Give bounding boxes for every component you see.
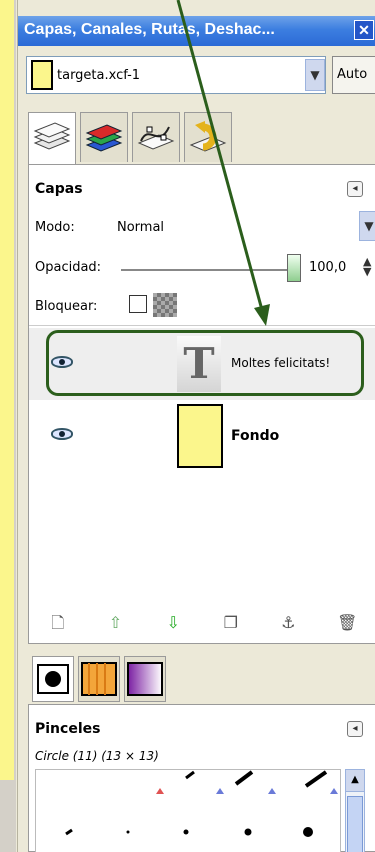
chevron-left-icon[interactable]: ◂ <box>347 181 363 197</box>
chevron-down-icon[interactable]: ▼ <box>359 211 375 241</box>
layers-list: T Moltes felicitats! Fondo <box>29 325 375 601</box>
image-select[interactable]: targeta.xcf-1 ▼ <box>26 56 326 94</box>
chevron-up-icon[interactable]: ▲ <box>346 770 364 792</box>
layer-thumbnail <box>177 404 223 468</box>
mode-label: Modo: <box>35 220 75 235</box>
pattern-icon <box>81 662 117 696</box>
paths-icon <box>137 126 175 150</box>
layers-dialog: Capas ◂ Modo: Normal ▼ Opacidad: 100,0 ▲… <box>28 164 375 644</box>
brush-scrollbar[interactable]: ▲ <box>345 769 365 852</box>
raise-layer-icon[interactable]: ⇧ <box>106 613 124 633</box>
dock-tabs-2 <box>28 656 375 704</box>
layers-title: Capas <box>35 181 83 197</box>
brushes-dialog: Pinceles ◂ Circle (11) (13 × 13) ▲ <box>28 704 375 852</box>
gradient-icon <box>127 662 163 696</box>
lock-label: Bloquear: <box>35 299 98 314</box>
image-selector-row: targeta.xcf-1 ▼ Auto <box>26 56 375 94</box>
auto-button[interactable]: Auto <box>332 56 375 94</box>
window-titlebar: Capas, Canales, Rutas, Deshac... ✕ <box>18 16 375 46</box>
anchor-layer-icon[interactable]: ⚓ <box>279 613 297 633</box>
brush-icon <box>37 664 69 694</box>
opacity-value[interactable]: 100,0 <box>309 260 346 275</box>
tab-brushes[interactable] <box>32 656 74 702</box>
layer-row-text[interactable]: T Moltes felicitats! <box>29 328 375 400</box>
delete-layer-icon[interactable]: 🗑 <box>337 613 357 633</box>
current-brush: Circle (11) (13 × 13) <box>35 749 159 763</box>
eye-icon[interactable] <box>51 428 73 440</box>
chevron-down-icon[interactable]: ▼ <box>305 59 325 91</box>
duplicate-layer-icon[interactable]: ❐ <box>222 613 240 633</box>
tab-gradients[interactable] <box>124 656 166 702</box>
text-layer-icon: T <box>177 336 221 392</box>
image-name: targeta.xcf-1 <box>57 67 141 83</box>
dock-tabs <box>28 112 375 164</box>
tab-channels[interactable] <box>80 112 128 162</box>
scroll-thumb[interactable] <box>347 796 363 852</box>
mode-select[interactable]: Normal <box>117 220 164 235</box>
window-title: Capas, Canales, Rutas, Deshac... <box>24 21 275 38</box>
dock-panel: Capas, Canales, Rutas, Deshac... ✕ targe… <box>17 0 375 852</box>
brush-grid[interactable] <box>35 769 341 852</box>
opacity-label: Opacidad: <box>35 260 102 275</box>
spin-arrows-icon[interactable]: ▲ ▼ <box>363 256 371 277</box>
app-root: Capas, Canales, Rutas, Deshac... ✕ targe… <box>0 0 375 852</box>
canvas-edge <box>0 0 14 780</box>
layer-row-fondo[interactable]: Fondo <box>29 400 375 472</box>
lock-pixels-checkbox[interactable] <box>129 295 147 313</box>
channels-icon <box>85 124 123 152</box>
undo-icon <box>189 121 227 152</box>
layer-name[interactable]: Moltes felicitats! <box>231 356 330 370</box>
close-icon[interactable]: ✕ <box>354 20 374 40</box>
brush-previews <box>65 770 338 837</box>
tab-paths[interactable] <box>132 112 180 162</box>
brushes-title: Pinceles <box>35 721 101 737</box>
eye-icon[interactable] <box>51 356 73 368</box>
tab-undo[interactable] <box>184 112 232 162</box>
tab-patterns[interactable] <box>78 656 120 702</box>
chevron-left-icon[interactable]: ◂ <box>347 721 363 737</box>
lower-layer-icon[interactable]: ⇩ <box>164 613 182 633</box>
opacity-slider-handle[interactable] <box>287 254 301 282</box>
lock-alpha-icon[interactable] <box>153 293 177 317</box>
new-layer-icon[interactable]: 🗋 <box>49 613 67 633</box>
opacity-slider[interactable] <box>121 269 293 271</box>
layer-name[interactable]: Fondo <box>231 428 279 444</box>
layers-icon <box>33 122 71 150</box>
tab-layers[interactable] <box>28 112 76 164</box>
image-thumbnail <box>31 60 53 90</box>
layers-toolbar: 🗋 ⇧ ⇩ ❐ ⚓ 🗑 <box>29 601 375 645</box>
